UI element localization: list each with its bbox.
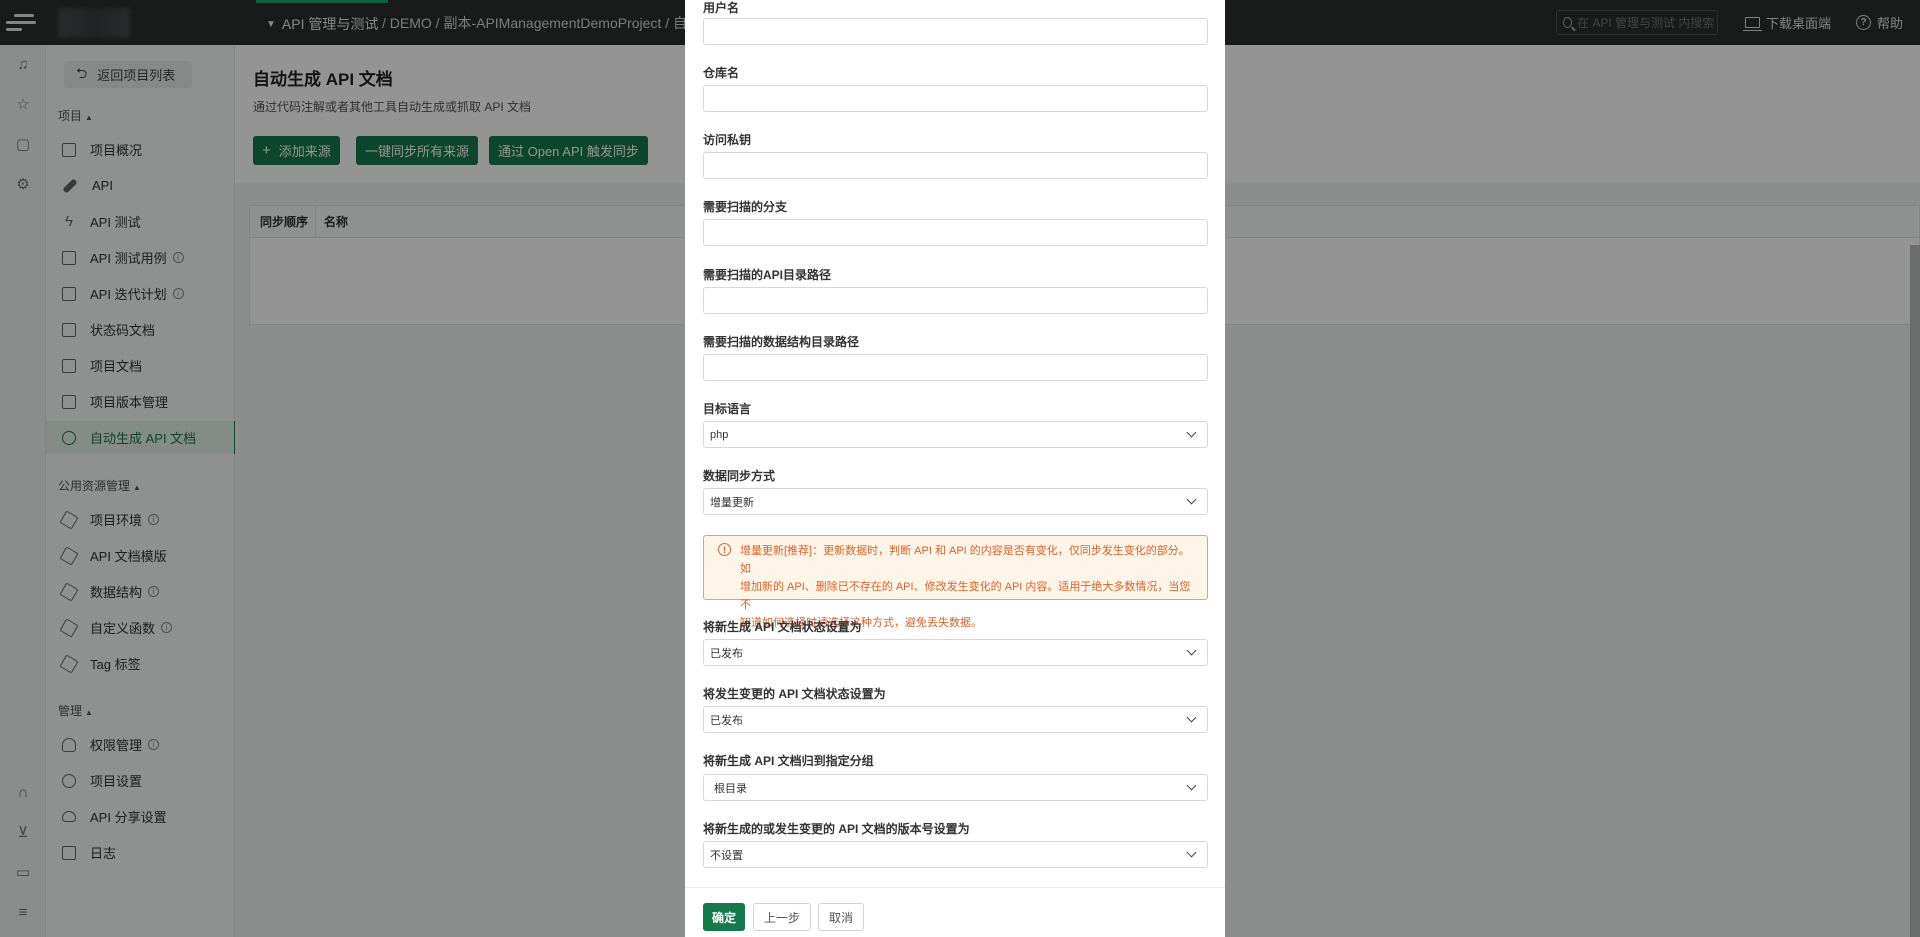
group-value: 根目录 [714, 782, 747, 795]
warning-line-1: 增量更新[推荐]：更新数据时，判断 API 和 API 的内容是否有变化，仅同步… [740, 545, 1190, 575]
language-label: 目标语言 [703, 402, 752, 416]
sync-mode-label: 数据同步方式 [703, 469, 776, 483]
struct-path-label: 需要扫描的数据结构目录路径 [703, 335, 860, 349]
chevron-down-icon [1186, 645, 1197, 656]
new-status-select[interactable]: 已发布 [703, 639, 1208, 666]
group-select[interactable]: 根目录 [703, 774, 1208, 801]
repo-label: 仓库名 [703, 66, 740, 80]
sync-mode-warning: ! 增量更新[推荐]：更新数据时，判断 API 和 API 的内容是否有变化，仅… [703, 535, 1208, 629]
branch-label: 需要扫描的分支 [703, 200, 788, 214]
warning-line-2: 增加新的 API、删除已不存在的 API、修改发生变化的 API 内容。适用于绝… [740, 581, 1191, 611]
chevron-down-icon [1186, 427, 1197, 438]
chevron-down-icon [1186, 712, 1197, 723]
sync-mode-value: 增量更新 [710, 496, 754, 509]
new-status-label: 将新生成 API 文档状态设置为 [703, 620, 862, 634]
source-config-modal: 用户名 仓库名 访问私钥 需要扫描的分支 需要扫描的API目录路径 需要扫描的数… [685, 0, 1225, 937]
chevron-down-icon [1186, 847, 1197, 858]
api-path-label: 需要扫描的API目录路径 [703, 268, 832, 282]
previous-step-button[interactable]: 上一步 [753, 903, 811, 931]
sync-mode-select[interactable]: 增量更新 [703, 488, 1208, 515]
new-status-value: 已发布 [710, 647, 743, 660]
cancel-button[interactable]: 取消 [818, 903, 864, 931]
confirm-button[interactable]: 确定 [703, 903, 745, 931]
changed-status-select[interactable]: 已发布 [703, 706, 1208, 733]
token-label: 访问私钥 [703, 133, 752, 147]
token-input[interactable] [703, 152, 1208, 179]
chevron-down-icon [1186, 780, 1197, 791]
changed-status-label: 将发生变更的 API 文档状态设置为 [703, 687, 886, 701]
changed-status-value: 已发布 [710, 714, 743, 727]
username-input[interactable] [703, 18, 1208, 45]
group-label: 将新生成 API 文档归到指定分组 [703, 754, 874, 768]
branch-input[interactable] [703, 219, 1208, 246]
modal-footer: 确定 上一步 取消 [685, 887, 1225, 937]
version-select[interactable]: 不设置 [703, 841, 1208, 868]
warning-icon: ! [718, 543, 731, 556]
api-path-input[interactable] [703, 287, 1208, 314]
version-value: 不设置 [710, 849, 743, 862]
version-label: 将新生成的或发生变更的 API 文档的版本号设置为 [703, 822, 970, 836]
language-select[interactable]: php [703, 421, 1208, 448]
chevron-down-icon [1186, 494, 1197, 505]
username-label: 用户名 [703, 1, 740, 15]
repo-input[interactable] [703, 85, 1208, 112]
struct-path-input[interactable] [703, 354, 1208, 381]
language-value: php [710, 428, 729, 441]
